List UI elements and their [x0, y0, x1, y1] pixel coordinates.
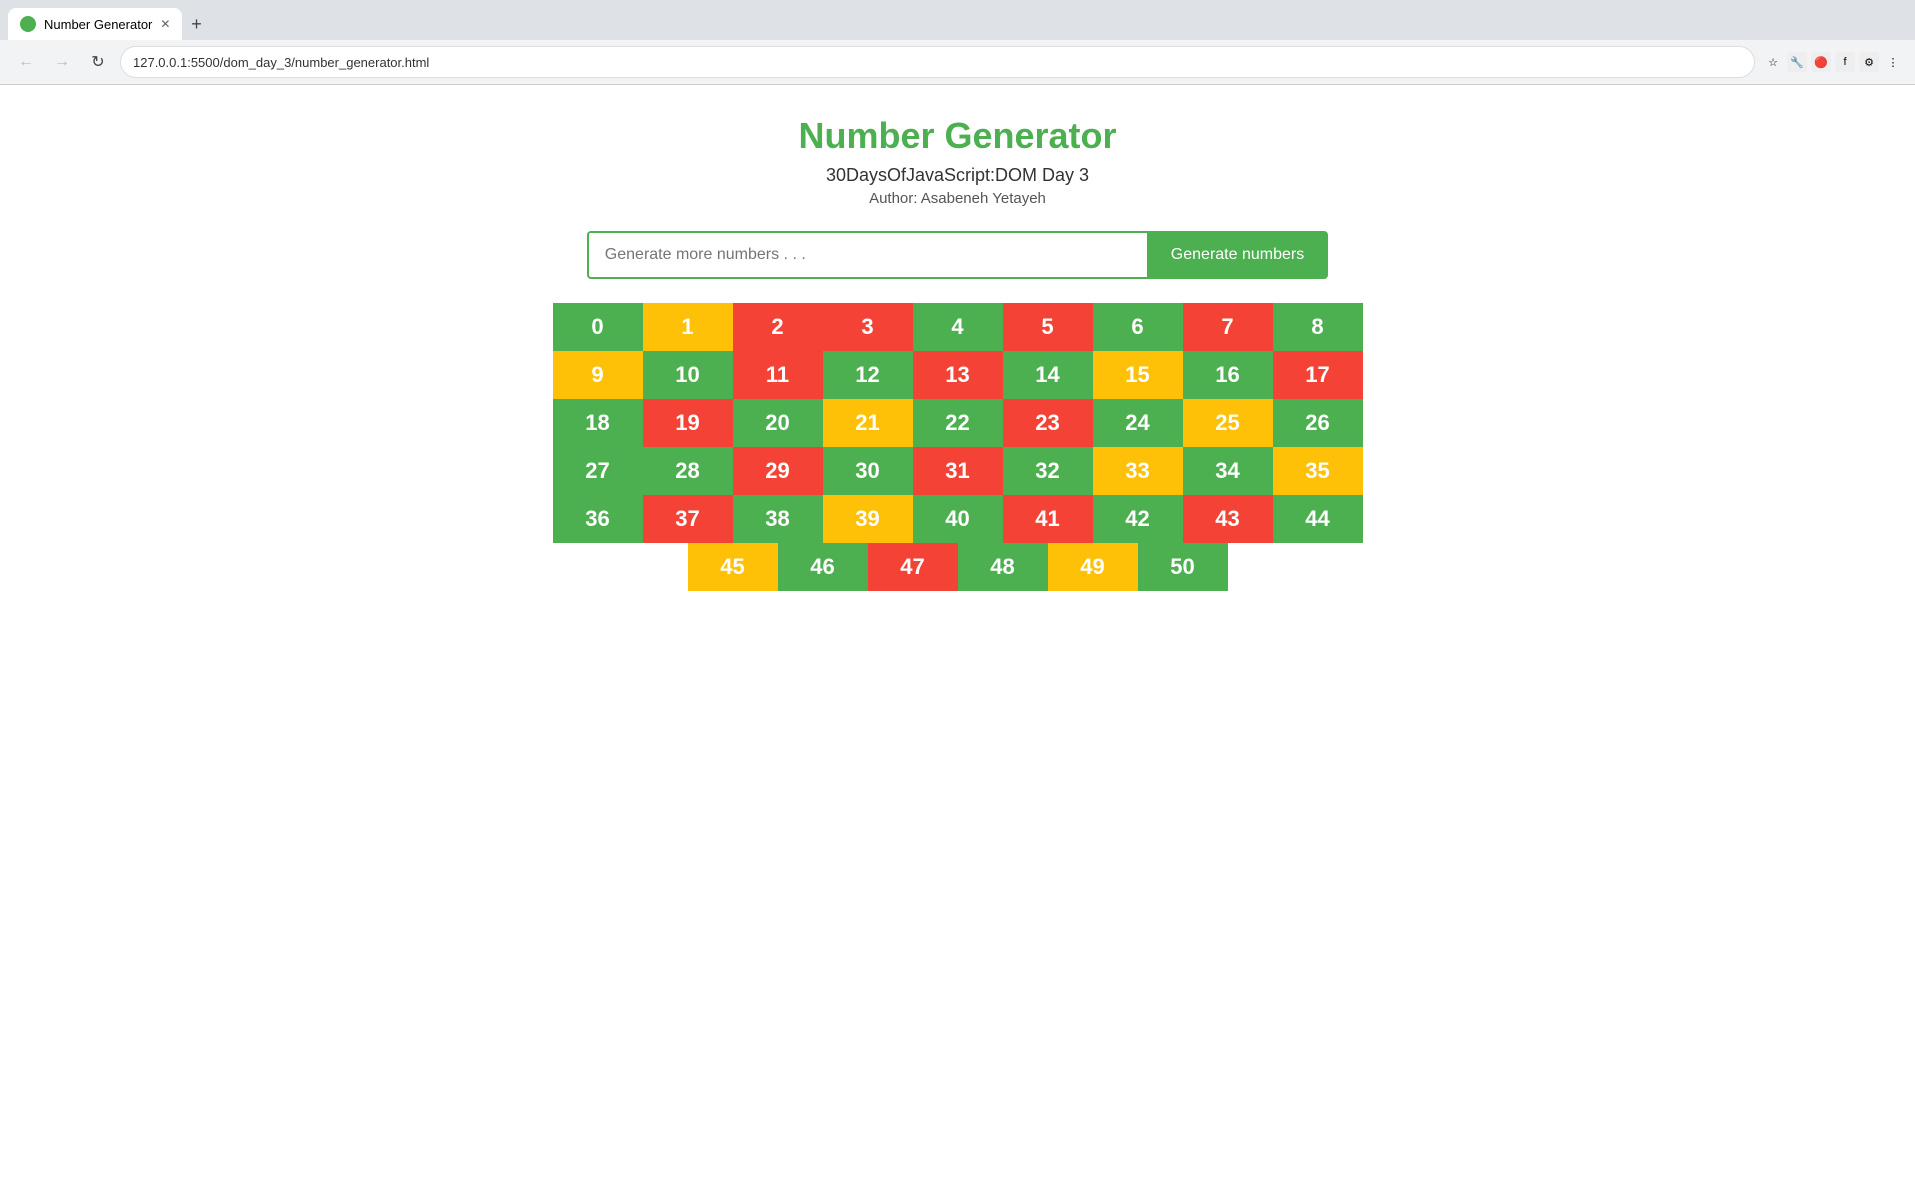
number-cell: 24: [1093, 399, 1183, 447]
number-cell: 12: [823, 351, 913, 399]
number-cell: 4: [913, 303, 1003, 351]
number-cell: 19: [643, 399, 733, 447]
number-cell: 39: [823, 495, 913, 543]
active-tab[interactable]: Number Generator ✕: [8, 8, 182, 40]
number-cell: 3: [823, 303, 913, 351]
number-cell: 35: [1273, 447, 1363, 495]
ext-icon-2[interactable]: 🔴: [1811, 52, 1831, 72]
number-cell: 29: [733, 447, 823, 495]
number-cell: 20: [733, 399, 823, 447]
number-cell: 27: [553, 447, 643, 495]
number-cell: 17: [1273, 351, 1363, 399]
tab-close-button[interactable]: ✕: [160, 17, 170, 31]
number-cell: 14: [1003, 351, 1093, 399]
tab-favicon: [20, 16, 36, 32]
number-cell: 45: [688, 543, 778, 591]
page-content: Number Generator 30DaysOfJavaScript:DOM …: [0, 85, 1915, 621]
number-cell: 23: [1003, 399, 1093, 447]
number-cell: 38: [733, 495, 823, 543]
ext-icon-1[interactable]: 🔧: [1787, 52, 1807, 72]
number-cell: 8: [1273, 303, 1363, 351]
number-cell: 49: [1048, 543, 1138, 591]
tab-bar: Number Generator ✕ +: [0, 0, 1915, 40]
number-cell: 37: [643, 495, 733, 543]
number-cell: 44: [1273, 495, 1363, 543]
address-bar: ← → ↻ ☆ 🔧 🔴 f ⚙ ⋮: [0, 40, 1915, 84]
number-cell: 31: [913, 447, 1003, 495]
number-cell: 16: [1183, 351, 1273, 399]
number-cell: 21: [823, 399, 913, 447]
number-cell: 32: [1003, 447, 1093, 495]
tab-title: Number Generator: [44, 17, 152, 32]
number-cell: 28: [643, 447, 733, 495]
number-cell: 6: [1093, 303, 1183, 351]
number-cell: 1: [643, 303, 733, 351]
bookmark-icon[interactable]: ☆: [1763, 52, 1783, 72]
url-input[interactable]: [120, 46, 1755, 78]
number-cell: 34: [1183, 447, 1273, 495]
number-cell: 15: [1093, 351, 1183, 399]
number-cell: 47: [868, 543, 958, 591]
number-cell: 22: [913, 399, 1003, 447]
generate-input[interactable]: [587, 231, 1147, 279]
number-cell: 41: [1003, 495, 1093, 543]
number-cell: 9: [553, 351, 643, 399]
back-button[interactable]: ←: [12, 48, 40, 76]
number-cell: 30: [823, 447, 913, 495]
number-cell: 50: [1138, 543, 1228, 591]
menu-button[interactable]: ⋮: [1883, 52, 1903, 72]
ext-icon-3[interactable]: f: [1835, 52, 1855, 72]
number-cell: 40: [913, 495, 1003, 543]
ext-icon-4[interactable]: ⚙: [1859, 52, 1879, 72]
number-cell: 26: [1273, 399, 1363, 447]
number-cell: 25: [1183, 399, 1273, 447]
number-cell: 11: [733, 351, 823, 399]
number-cell: 0: [553, 303, 643, 351]
browser-chrome: Number Generator ✕ + ← → ↻ ☆ 🔧 🔴 f ⚙ ⋮: [0, 0, 1915, 85]
browser-toolbar-icons: ☆ 🔧 🔴 f ⚙ ⋮: [1763, 52, 1903, 72]
input-section: Generate numbers: [20, 231, 1895, 279]
number-cell: 43: [1183, 495, 1273, 543]
page-author: Author: Asabeneh Yetayeh: [20, 190, 1895, 207]
number-cell: 2: [733, 303, 823, 351]
numbers-grid: 0123456789101112131415161718192021222324…: [538, 303, 1378, 591]
generate-button[interactable]: Generate numbers: [1147, 231, 1328, 279]
number-cell: 42: [1093, 495, 1183, 543]
number-cell: 13: [913, 351, 1003, 399]
page-title: Number Generator: [20, 115, 1895, 157]
number-cell: 33: [1093, 447, 1183, 495]
page-subtitle: 30DaysOfJavaScript:DOM Day 3: [20, 165, 1895, 186]
new-tab-button[interactable]: +: [182, 10, 210, 38]
reload-button[interactable]: ↻: [84, 48, 112, 76]
number-cell: 10: [643, 351, 733, 399]
number-cell: 5: [1003, 303, 1093, 351]
number-cell: 46: [778, 543, 868, 591]
number-cell: 7: [1183, 303, 1273, 351]
number-cell: 36: [553, 495, 643, 543]
forward-button[interactable]: →: [48, 48, 76, 76]
number-cell: 48: [958, 543, 1048, 591]
number-cell: 18: [553, 399, 643, 447]
